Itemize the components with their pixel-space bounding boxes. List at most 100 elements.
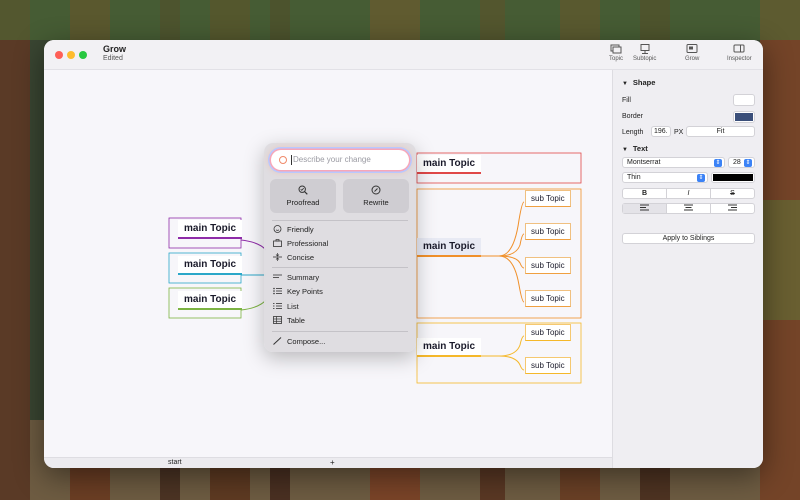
menu-divider [272,331,408,332]
shape-heading: Shape [632,78,656,87]
table-icon [273,316,282,324]
chevron-updown-icon: ⇕ [697,174,705,182]
fit-button[interactable]: Fit [686,126,755,137]
text-alignment-segmented [622,203,755,214]
font-size-select[interactable]: 28 ⇕ [728,157,755,168]
window-title: Grow [103,44,127,54]
numbered-list-icon [273,303,282,309]
border-label: Border [622,113,644,120]
sub-topic-3[interactable]: sub Topic [525,257,571,274]
add-sheet-button[interactable]: + [330,458,335,467]
key-points-label: Key Points [287,287,323,296]
subtopic-toolbar-label: Subtopic [633,56,657,62]
main-topic-right-2[interactable]: main Topic [417,238,482,257]
concise-icon [273,253,282,261]
title-bar: Grow Edited Topic Subtopic Grow Inspecto… [44,40,763,70]
friendly-menu-item[interactable]: Friendly [273,225,314,234]
border-color-well[interactable] [733,111,755,123]
inspector-toolbar-label: Inspector [727,56,752,62]
bold-button[interactable]: B [623,189,666,198]
key-points-menu-item[interactable]: Key Points [273,287,323,296]
text-cursor [291,155,292,165]
strikethrough-button[interactable]: S [711,189,754,198]
grow-icon [686,44,698,53]
shape-section-header[interactable]: ▼ Shape [622,78,655,87]
summary-icon [273,274,282,278]
apply-to-siblings-button[interactable]: Apply to Siblings [622,233,755,244]
close-button[interactable] [55,51,63,59]
table-menu-item[interactable]: Table [273,316,305,325]
bullet-list-icon [273,287,282,295]
topic-icon [610,44,622,54]
inspector-toolbar-button[interactable]: Inspector [727,44,752,62]
table-label: Table [287,316,305,325]
text-heading: Text [632,144,648,153]
text-style-segmented: B I S [622,188,755,199]
chevron-updown-icon: ⇕ [714,159,722,167]
list-label: List [287,302,299,311]
main-topic-left-2[interactable]: main Topic [178,256,243,275]
smile-icon [273,225,282,233]
main-topic-left-1[interactable]: main Topic [178,220,243,239]
topic-toolbar-button[interactable]: Topic [609,44,623,62]
grow-toolbar-button[interactable]: Grow [685,44,699,62]
writing-tools-popup: Describe your change Proofread Rewrite F… [264,143,416,352]
sub-topic-6[interactable]: sub Topic [525,357,571,374]
subtopic-icon [640,44,650,54]
professional-menu-item[interactable]: Professional [273,239,328,248]
inspector-panel: ▼ Shape Fill Border Length 196. PX Fit ▼… [612,70,763,468]
text-color-well[interactable] [711,172,755,183]
sub-topic-5[interactable]: sub Topic [525,324,571,341]
zoom-button[interactable] [79,51,87,59]
subtopic-toolbar-button[interactable]: Subtopic [633,44,656,62]
font-size-value: 28 [733,159,741,166]
sub-topic-2[interactable]: sub Topic [525,223,571,240]
sheet-tab-start[interactable]: start [168,459,182,466]
main-topic-right-3[interactable]: main Topic [417,338,482,357]
pencil-icon [273,337,282,345]
length-label: Length [622,129,644,136]
chevron-updown-icon: ⇕ [744,159,752,167]
concise-label: Concise [287,253,315,262]
describe-change-input[interactable]: Describe your change [271,150,409,170]
sub-topic-4[interactable]: sub Topic [525,290,571,307]
font-weight-select[interactable]: Thin ⇕ [622,172,708,183]
align-right-icon [728,204,737,211]
disclosure-triangle-icon: ▼ [622,147,628,153]
grow-toolbar-label: Grow [685,56,700,62]
compose-label: Compose... [287,337,326,346]
minimize-button[interactable] [67,51,75,59]
inspector-icon [733,44,745,53]
fill-label: Fill [622,97,631,104]
rewrite-icon [371,185,381,195]
menu-divider [272,267,408,268]
summary-label: Summary [287,273,320,282]
align-center-button[interactable] [666,204,711,213]
font-family-value: Montserrat [627,159,661,166]
briefcase-icon [273,239,282,247]
font-family-select[interactable]: Montserrat ⇕ [622,157,725,168]
align-left-button[interactable] [623,204,666,213]
length-unit: PX [674,129,684,136]
font-weight-value: Thin [627,174,641,181]
proofread-button[interactable]: Proofread [270,179,336,213]
window-subtitle: Edited [103,55,123,62]
main-topic-right-1[interactable]: main Topic [417,155,482,174]
rewrite-label: Rewrite [363,198,389,207]
sparkle-icon [279,156,287,164]
sub-topic-1[interactable]: sub Topic [525,190,571,207]
summary-menu-item[interactable]: Summary [273,273,319,282]
main-topic-left-3[interactable]: main Topic [178,291,243,310]
professional-label: Professional [287,239,329,248]
rewrite-button[interactable]: Rewrite [343,179,409,213]
compose-menu-item[interactable]: Compose... [273,337,325,346]
text-section-header[interactable]: ▼ Text [622,144,648,153]
list-menu-item[interactable]: List [273,302,299,311]
length-input[interactable]: 196. [651,126,671,137]
fill-color-well[interactable] [733,94,755,106]
italic-button[interactable]: I [666,189,711,198]
concise-menu-item[interactable]: Concise [273,253,314,262]
align-right-button[interactable] [711,204,754,213]
friendly-label: Friendly [287,225,314,234]
topic-toolbar-label: Topic [609,56,624,62]
